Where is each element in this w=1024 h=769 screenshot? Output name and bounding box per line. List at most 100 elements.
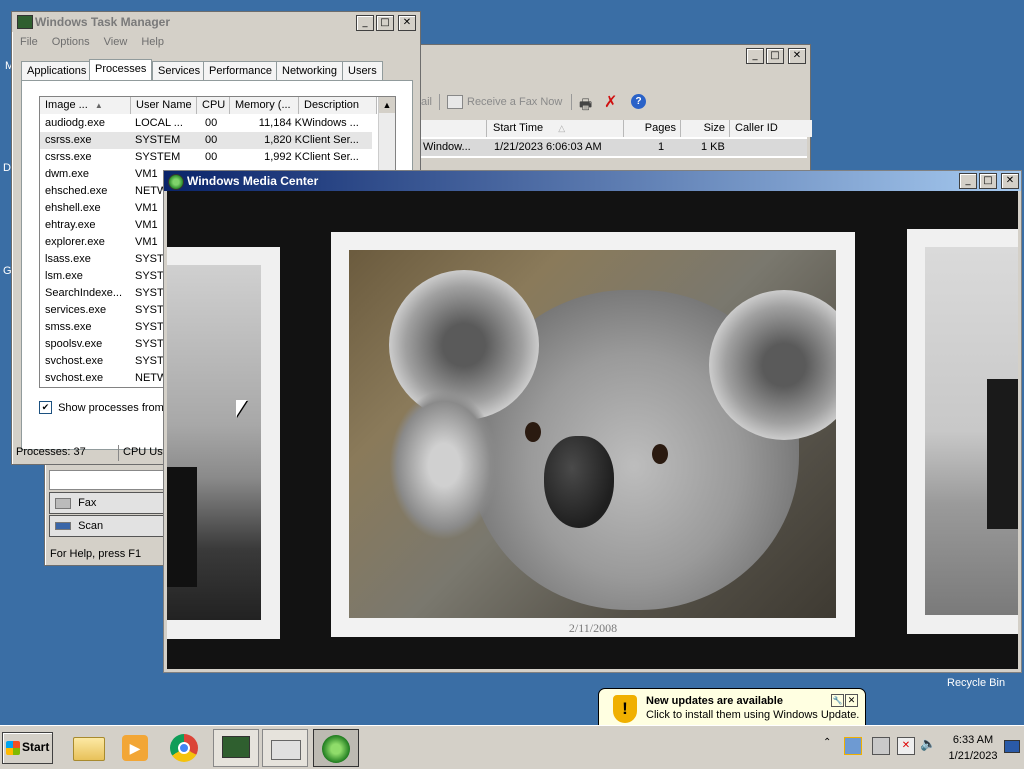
- windows-update-tray-icon[interactable]: [844, 737, 862, 755]
- print-icon[interactable]: 🖶: [579, 94, 592, 118]
- show-hidden-icons-button[interactable]: ⌃: [823, 737, 831, 748]
- menu-help[interactable]: Help: [141, 36, 164, 48]
- clock[interactable]: 6:33 AM 1/21/2023: [944, 732, 1002, 764]
- process-cpu: 00: [205, 117, 218, 129]
- process-memory: 11,184 K: [258, 117, 302, 129]
- previous-photo-frame[interactable]: [167, 247, 280, 639]
- process-image: ehshell.exe: [45, 202, 101, 214]
- fax-column-header-start-time[interactable]: Start Time △: [487, 120, 624, 137]
- process-image: csrss.exe: [45, 134, 92, 146]
- column-header-memory[interactable]: Memory (...: [230, 97, 299, 114]
- minimize-icon[interactable]: _: [356, 15, 374, 31]
- column-header-cpu[interactable]: CPU: [197, 97, 230, 114]
- notification-close-icon[interactable]: ✕: [845, 694, 858, 707]
- minimize-icon[interactable]: _: [959, 173, 977, 189]
- windows-logo-icon: [6, 741, 20, 755]
- minimize-icon[interactable]: _: [746, 48, 764, 64]
- scroll-up-icon[interactable]: ▲: [379, 97, 395, 113]
- receive-fax-label: Receive a Fax Now: [467, 96, 563, 108]
- fax-row-start-time: 1/21/2023 6:06:03 AM: [494, 141, 602, 153]
- maximize-icon[interactable]: □: [979, 173, 997, 189]
- next-photo-frame[interactable]: [907, 229, 1018, 634]
- process-image: services.exe: [45, 304, 107, 316]
- clock-date: 1/21/2023: [948, 750, 998, 762]
- show-all-processes-checkbox[interactable]: ✔ Show processes from a: [39, 401, 169, 415]
- fax-nav-blank: [49, 470, 167, 490]
- fax-row-from: Window...: [423, 141, 471, 153]
- menu-options[interactable]: Options: [52, 36, 90, 48]
- network-tray-icon[interactable]: [872, 737, 890, 755]
- tab-networking[interactable]: Networking: [276, 61, 344, 80]
- help-icon[interactable]: ?: [631, 94, 646, 109]
- nav-item-scan-label: Scan: [78, 520, 104, 532]
- close-icon[interactable]: ✕: [788, 48, 806, 64]
- column-header-user[interactable]: User Name: [131, 97, 197, 114]
- taskbar-media-center-button[interactable]: [313, 729, 359, 767]
- koala-paw: [389, 390, 499, 540]
- tab-services[interactable]: Services: [152, 61, 207, 80]
- process-cpu: 00: [205, 134, 218, 146]
- show-desktop-button[interactable]: [1004, 740, 1020, 753]
- process-user: VM1: [135, 202, 158, 214]
- fax-column-header-caller-id[interactable]: Caller ID: [730, 120, 812, 137]
- koala-photo: [349, 250, 836, 618]
- previous-photo-silhouette: [167, 467, 197, 587]
- current-photo-frame[interactable]: 2/11/2008: [331, 232, 855, 637]
- process-image: lsass.exe: [45, 253, 91, 265]
- tab-performance[interactable]: Performance: [203, 61, 278, 80]
- fax-list: Start Time △ Pages Size Caller ID Window…: [421, 120, 812, 158]
- taskbar-media-player-button[interactable]: ▶: [114, 729, 158, 765]
- notification-body: Click to install them using Windows Upda…: [646, 709, 860, 721]
- maximize-icon[interactable]: □: [376, 15, 394, 31]
- task-manager-title: Windows Task Manager: [35, 15, 171, 29]
- tab-applications[interactable]: Applications: [21, 61, 93, 80]
- process-count: Processes: 37: [16, 446, 86, 458]
- media-center-title-bar[interactable]: Windows Media Center _ □ ✕: [164, 171, 1021, 191]
- status-divider: [118, 445, 119, 461]
- taskbar-task-manager-button[interactable]: [213, 729, 259, 767]
- column-header-image[interactable]: Image ... ▲: [40, 97, 131, 114]
- nav-item-fax-label: Fax: [78, 497, 97, 509]
- sort-arrow-icon: ▲: [94, 101, 103, 110]
- menu-file[interactable]: File: [20, 36, 38, 48]
- task-manager-title-bar[interactable]: Windows Task Manager _ □ ✕: [12, 12, 420, 32]
- taskbar-explorer-button[interactable]: [66, 729, 110, 765]
- action-center-tray-icon[interactable]: ✕: [897, 737, 915, 755]
- delete-icon[interactable]: ✗: [604, 92, 617, 111]
- notification-options-icon[interactable]: 🔧: [831, 694, 844, 707]
- close-icon[interactable]: ✕: [1001, 173, 1019, 189]
- process-row[interactable]: csrss.exe SYSTEM 00 1,820 K Client Ser...: [40, 132, 372, 149]
- tab-users[interactable]: Users: [342, 61, 383, 80]
- fax-row-size: 1 KB: [701, 141, 725, 153]
- process-image: ehtray.exe: [45, 219, 96, 231]
- fax-row[interactable]: Window... 1/21/2023 6:06:03 AM 1 1 KB: [421, 139, 807, 156]
- tab-processes[interactable]: Processes: [89, 59, 153, 80]
- recycle-bin-label[interactable]: Recycle Bin: [947, 677, 1005, 689]
- taskbar-fax-button[interactable]: [262, 729, 308, 767]
- column-header-description[interactable]: Description: [299, 97, 377, 114]
- process-row[interactable]: audiodg.exe LOCAL ... 00 11,184 K Windows ..…: [40, 115, 372, 132]
- close-icon[interactable]: ✕: [398, 15, 416, 31]
- process-row[interactable]: csrss.exe SYSTEM 00 1,992 K Client Ser...: [40, 149, 372, 166]
- maximize-icon[interactable]: □: [766, 48, 784, 64]
- process-image: dwm.exe: [45, 168, 90, 180]
- media-player-icon: ▶: [122, 735, 148, 761]
- menu-view[interactable]: View: [104, 36, 128, 48]
- next-photo-silhouette: [987, 379, 1018, 529]
- nav-item-scan[interactable]: Scan: [49, 515, 167, 537]
- fax-column-header-from[interactable]: [421, 120, 487, 137]
- start-button[interactable]: Start: [2, 732, 53, 764]
- fax-row-pages: 1: [658, 141, 665, 153]
- fax-column-header-pages[interactable]: Pages: [624, 120, 681, 137]
- task-manager-menu-bar: File Options View Help: [20, 36, 164, 48]
- media-center-taskbar-icon: [322, 735, 350, 763]
- media-center-window: Windows Media Center _ □ ✕ 2/11/2008: [163, 170, 1022, 673]
- desktop-edge-label-d: D: [3, 162, 11, 174]
- scanner-icon: [55, 522, 71, 531]
- taskbar-chrome-button[interactable]: [162, 729, 206, 765]
- fax-column-header-size[interactable]: Size: [681, 120, 730, 137]
- nav-item-fax[interactable]: Fax: [49, 492, 167, 514]
- toolbar-partial-label[interactable]: ail: [421, 96, 432, 108]
- process-image: explorer.exe: [45, 236, 105, 248]
- volume-tray-icon[interactable]: 🔈: [920, 737, 936, 753]
